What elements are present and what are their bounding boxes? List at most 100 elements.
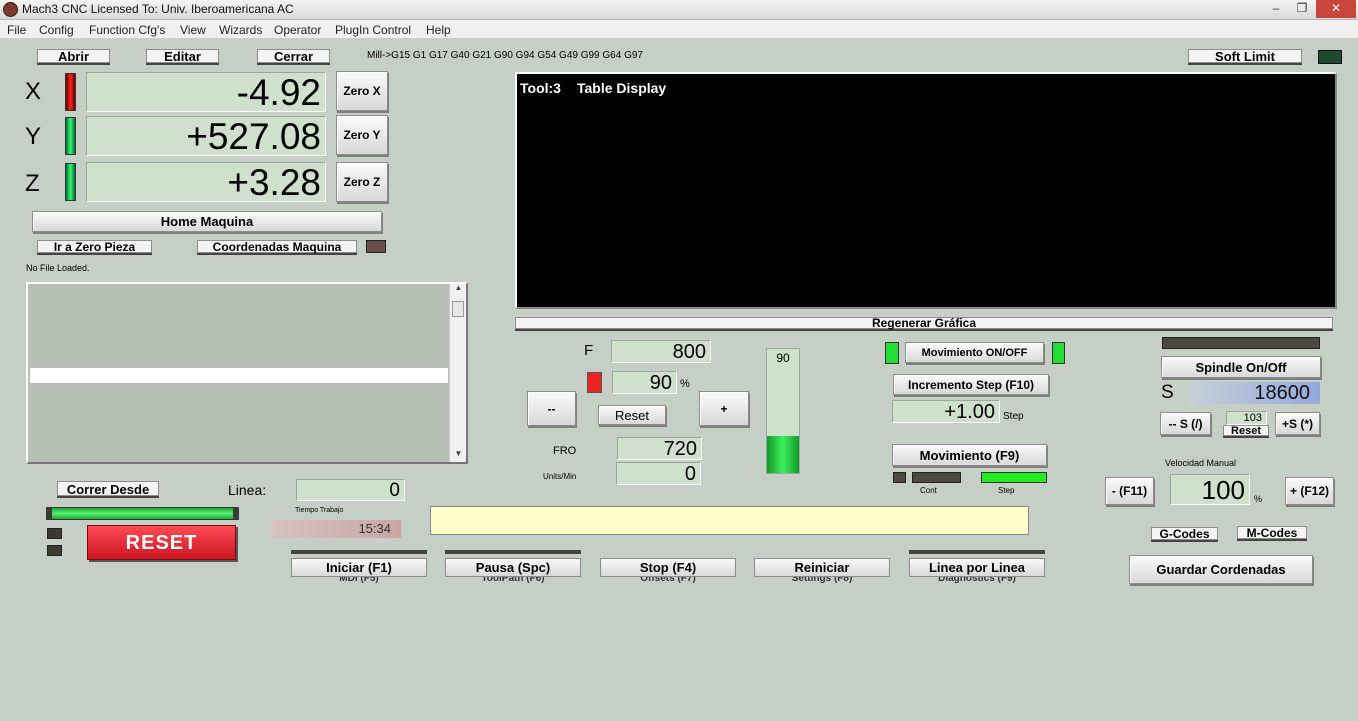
start-button-indicator	[291, 550, 427, 554]
stop-button-group: Stop (F4) Offsets (F7)	[600, 558, 736, 585]
pause-button[interactable]: Pausa (Spc)	[445, 558, 581, 577]
movement-right-led	[1052, 342, 1065, 364]
tool-number: Tool:3	[520, 80, 561, 96]
feed-slider-value: 90	[776, 351, 790, 365]
scroll-thumb[interactable]	[452, 301, 464, 317]
spindle-s-label: S	[1161, 382, 1174, 403]
zero-z-button[interactable]: Zero Z	[336, 162, 388, 202]
machine-coords-led	[366, 240, 386, 253]
spindle-override-field[interactable]: 103	[1226, 411, 1267, 425]
minimize-icon[interactable]: –	[1262, 0, 1290, 18]
feed-hold-led	[587, 372, 602, 393]
menu-operator[interactable]: Operator	[274, 23, 321, 37]
movement-f9-button[interactable]: Movimiento (F9)	[892, 444, 1047, 466]
axis-z-label: Z	[25, 170, 40, 197]
step-unit-label: Step	[1003, 411, 1024, 422]
gcodes-button[interactable]: G-Codes	[1151, 527, 1218, 541]
units-min-field: 0	[616, 462, 701, 485]
axis-x-dro[interactable]: -4.92	[86, 72, 326, 112]
manual-speed-plus-button[interactable]: + (F12)	[1285, 477, 1334, 505]
rewind-button[interactable]: Reiniciar	[754, 558, 890, 577]
fro-label: FRO	[553, 445, 577, 457]
pause-button-group: Pausa (Spc) ToolPath (F6)	[445, 550, 581, 585]
machine-coords-button[interactable]: Coordenadas Maquina	[197, 240, 357, 254]
axis-z-dro[interactable]: +3.28	[86, 162, 326, 202]
feed-override-field[interactable]: 90	[612, 371, 677, 394]
axis-y-dro[interactable]: +527.08	[86, 116, 326, 156]
jog-small-led	[893, 472, 906, 483]
diagnostics-tab[interactable]: Diagnostics (F9)	[909, 577, 1045, 585]
open-button[interactable]: Abrir	[37, 49, 110, 63]
feed-rate-field[interactable]: 800	[611, 340, 711, 363]
menu-help[interactable]: Help	[426, 23, 451, 37]
close-icon[interactable]: ✕	[1316, 0, 1356, 18]
rewind-button-group: Reiniciar Settings (F8)	[754, 558, 890, 585]
close-file-button[interactable]: Cerrar	[257, 49, 330, 63]
regenerate-button[interactable]: Regenerar Gráfica	[515, 317, 1333, 329]
spindle-speed-field[interactable]: 18600	[1190, 382, 1320, 404]
window-title: Mach3 CNC Licensed To: Univ. Iberoameric…	[22, 2, 294, 16]
start-button-group: Iniciar (F1) MDI (F5)	[291, 550, 427, 585]
scroll-down-icon[interactable]: ▼	[450, 449, 467, 458]
home-machine-button[interactable]: Home Maquina	[32, 211, 382, 232]
save-coords-button[interactable]: Guardar Cordenadas	[1129, 555, 1313, 584]
gcode-listing[interactable]: ▲ ▼	[26, 282, 468, 464]
gcode-scrollbar[interactable]: ▲ ▼	[449, 283, 467, 462]
spindle-led	[1162, 337, 1320, 349]
menu-file[interactable]: File	[7, 23, 26, 37]
work-time-field: 15:34	[271, 520, 401, 538]
scroll-up-icon[interactable]: ▲	[450, 283, 467, 292]
spindle-reset-button[interactable]: Reset	[1223, 425, 1269, 437]
step-mode-led	[981, 472, 1047, 483]
feed-override-unit: %	[680, 378, 690, 390]
movement-toggle-button[interactable]: Movimiento ON/OFF	[905, 342, 1044, 363]
mdi-tab[interactable]: MDI (F5)	[291, 577, 427, 585]
soft-limit-led	[1318, 50, 1342, 64]
step-size-field[interactable]: +1.00	[892, 400, 1000, 423]
toolpath-display[interactable]: Tool:3 Table Display	[515, 72, 1337, 309]
menu-plugin-control[interactable]: PlugIn Control	[335, 23, 411, 37]
zero-x-button[interactable]: Zero X	[336, 71, 388, 111]
feed-override-slider[interactable]: 90	[766, 348, 800, 474]
feed-reset-button[interactable]: Reset	[598, 405, 666, 425]
toolpath-tab[interactable]: ToolPath (F6)	[445, 577, 581, 585]
menu-config[interactable]: Config	[39, 23, 74, 37]
status-led-2	[47, 545, 62, 556]
fro-field: 720	[617, 437, 702, 460]
menu-view[interactable]: View	[180, 23, 206, 37]
menu-function-cfgs[interactable]: Function Cfg's	[89, 23, 165, 37]
goto-zero-button[interactable]: Ir a Zero Pieza	[37, 240, 152, 254]
stop-button[interactable]: Stop (F4)	[600, 558, 736, 577]
spindle-plus-button[interactable]: +S (*)	[1275, 412, 1320, 435]
restore-icon[interactable]: ❐	[1288, 0, 1316, 18]
settings-tab[interactable]: Settings (F8)	[754, 577, 890, 585]
spindle-toggle-button[interactable]: Spindle On/Off	[1161, 356, 1321, 378]
increment-step-button[interactable]: Incremento Step (F10)	[893, 374, 1049, 395]
mcodes-button[interactable]: M-Codes	[1237, 526, 1307, 540]
soft-limit-button[interactable]: Soft Limit	[1188, 49, 1302, 63]
spindle-minus-button[interactable]: -- S (/)	[1160, 412, 1211, 435]
file-status: No File Loaded.	[26, 263, 90, 273]
line-number-field[interactable]: 0	[296, 479, 405, 501]
menu-wizards[interactable]: Wizards	[219, 23, 262, 37]
cont-mode-led	[912, 472, 961, 483]
start-button[interactable]: Iniciar (F1)	[291, 558, 427, 577]
reset-button[interactable]: RESET	[87, 525, 236, 560]
feed-slider-fill	[767, 435, 799, 473]
run-from-button[interactable]: Correr Desde	[57, 481, 159, 497]
axis-x-led	[65, 73, 76, 111]
manual-speed-label: Velocidad Manual	[1165, 458, 1237, 468]
step-mode-label: Step	[998, 486, 1015, 495]
manual-speed-minus-button[interactable]: - (F11)	[1105, 477, 1154, 505]
display-title: Table Display	[577, 80, 667, 96]
offsets-tab[interactable]: Offsets (F7)	[600, 577, 736, 585]
feed-plus-button[interactable]: +	[699, 391, 749, 426]
axis-x-label: X	[25, 78, 42, 105]
zero-y-button[interactable]: Zero Y	[336, 115, 388, 155]
manual-speed-field[interactable]: 100	[1170, 474, 1250, 505]
status-led-1	[47, 528, 62, 539]
single-block-button[interactable]: Linea por Linea	[909, 558, 1045, 577]
gcode-current-line	[30, 368, 448, 383]
edit-button[interactable]: Editar	[146, 49, 219, 63]
feed-minus-button[interactable]: --	[527, 391, 576, 426]
